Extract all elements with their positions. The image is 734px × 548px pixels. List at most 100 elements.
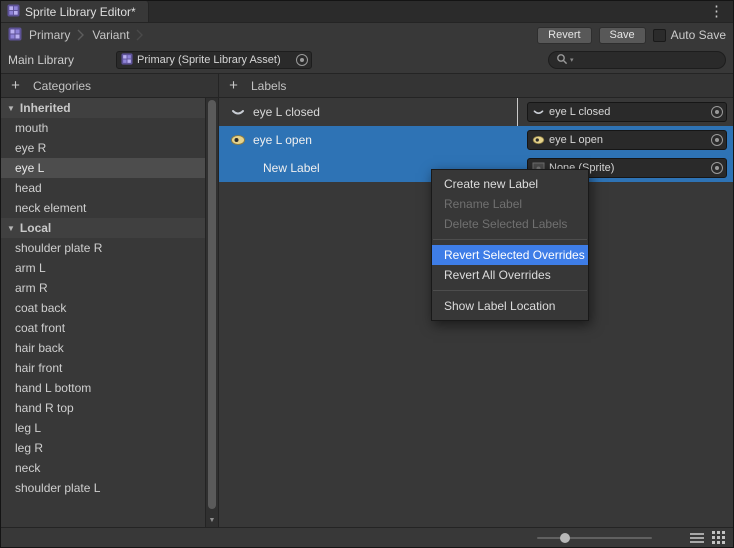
category-item-label: shoulder plate R: [15, 241, 102, 255]
categories-scrollbar[interactable]: ▼: [205, 98, 218, 527]
category-item-hand-r-top[interactable]: hand R top: [1, 398, 205, 418]
auto-save-checkbox[interactable]: [653, 29, 666, 42]
menu-item-show-label-location[interactable]: Show Label Location: [432, 296, 588, 316]
category-group-inherited[interactable]: ▼ Inherited: [1, 98, 205, 118]
sprite-object-field-eye-l-closed[interactable]: eye L closed: [527, 102, 727, 122]
menu-item-create-new-label[interactable]: Create new Label: [432, 174, 588, 194]
sprite-library-icon: [8, 27, 22, 44]
sprite-library-window-icon: [7, 4, 20, 20]
categories-header: + Categories: [1, 74, 218, 98]
menu-separator: [433, 239, 587, 240]
category-item-shoulder-plate-l[interactable]: shoulder plate L: [1, 478, 205, 498]
slider-track[interactable]: [537, 537, 652, 539]
object-picker-icon[interactable]: [711, 106, 723, 118]
category-item-mouth[interactable]: mouth: [1, 118, 205, 138]
labels-header: + Labels: [219, 74, 733, 98]
eye-closed-sprite-icon: [229, 105, 247, 119]
category-group-label: Inherited: [20, 101, 71, 115]
menu-item-revert-all-overrides[interactable]: Revert All Overrides: [432, 265, 588, 285]
add-category-button[interactable]: +: [9, 78, 22, 93]
label-row-eye-l-open[interactable]: eye L open eye L open: [219, 126, 733, 154]
main-library-object-field[interactable]: Primary (Sprite Library Asset): [116, 51, 312, 69]
context-menu: Create new Label Rename Label Delete Sel…: [431, 169, 589, 321]
auto-save-label: Auto Save: [671, 28, 726, 42]
object-picker-icon[interactable]: [296, 54, 308, 66]
category-item-shoulder-plate-r[interactable]: shoulder plate R: [1, 238, 205, 258]
category-item-leg-l[interactable]: leg L: [1, 418, 205, 438]
sprite-object-field-eye-l-open[interactable]: eye L open: [527, 130, 727, 150]
labels-title: Labels: [251, 79, 286, 93]
category-item-neck-element[interactable]: neck element: [1, 198, 205, 218]
save-button[interactable]: Save: [599, 27, 646, 44]
search-dropdown-caret-icon[interactable]: ▾: [570, 56, 574, 64]
eye-open-sprite-icon: [229, 133, 247, 147]
menu-item-delete-selected-labels: Delete Selected Labels: [432, 214, 588, 234]
main-library-row: Main Library Primary (Sprite Library Ass…: [1, 47, 733, 73]
category-item-label: head: [15, 181, 42, 195]
search-field[interactable]: ▾: [548, 51, 726, 69]
category-item-label: leg L: [15, 421, 41, 435]
category-item-hand-l-bottom[interactable]: hand L bottom: [1, 378, 205, 398]
category-item-label: arm R: [15, 281, 48, 295]
scrollbar-down-arrow-icon[interactable]: ▼: [206, 517, 218, 524]
scrollbar-thumb[interactable]: [208, 100, 216, 509]
breadcrumb-primary[interactable]: Primary: [29, 28, 70, 42]
tab-bar: Sprite Library Editor* ⋮: [1, 1, 733, 23]
category-item-hair-front[interactable]: hair front: [1, 358, 205, 378]
menu-item-revert-selected-overrides[interactable]: Revert Selected Overrides: [432, 245, 588, 265]
category-item-label: shoulder plate L: [15, 481, 100, 495]
category-item-arm-r[interactable]: arm R: [1, 278, 205, 298]
bottom-bar: [1, 527, 733, 547]
grid-view-icon[interactable]: [712, 531, 725, 544]
sprite-field-value: eye L closed: [549, 106, 707, 118]
label-row-eye-l-closed[interactable]: eye L closed eye L closed: [219, 98, 733, 126]
category-item-coat-front[interactable]: coat front: [1, 318, 205, 338]
category-item-leg-r[interactable]: leg R: [1, 438, 205, 458]
list-view-icon[interactable]: [690, 532, 704, 544]
main-library-field-value: Primary (Sprite Library Asset): [137, 54, 292, 66]
object-picker-icon[interactable]: [711, 162, 723, 174]
tab-title: Sprite Library Editor*: [25, 5, 136, 19]
thumbnail-size-slider[interactable]: [537, 532, 652, 544]
category-item-label: leg R: [15, 441, 43, 455]
category-item-label: hand R top: [15, 401, 74, 415]
category-item-hair-back[interactable]: hair back: [1, 338, 205, 358]
main-library-label: Main Library: [8, 53, 108, 67]
chevron-right-icon: [77, 28, 85, 42]
slider-knob[interactable]: [560, 533, 570, 543]
categories-panel: + Categories ▼ Inherited mouth eye R eye…: [1, 74, 219, 527]
label-name: eye L closed: [253, 105, 511, 119]
category-item-label: arm L: [15, 261, 46, 275]
category-item-neck[interactable]: neck: [1, 458, 205, 478]
foldout-arrow-icon[interactable]: ▼: [7, 104, 15, 113]
category-group-label: Local: [20, 221, 51, 235]
categories-list: ▼ Inherited mouth eye R eye L head neck …: [1, 98, 218, 527]
category-item-head[interactable]: head: [1, 178, 205, 198]
object-picker-icon[interactable]: [711, 134, 723, 146]
category-item-eye-l[interactable]: eye L: [1, 158, 205, 178]
category-item-eye-r[interactable]: eye R: [1, 138, 205, 158]
column-divider[interactable]: [517, 98, 518, 126]
search-icon: [556, 53, 568, 68]
categories-title: Categories: [33, 79, 91, 93]
breadcrumb-variant[interactable]: Variant: [92, 28, 129, 42]
sprite-library-editor-window: Sprite Library Editor* ⋮ Primary Variant…: [0, 0, 734, 548]
category-group-local[interactable]: ▼ Local: [1, 218, 205, 238]
revert-button[interactable]: Revert: [537, 27, 591, 44]
category-item-label: hand L bottom: [15, 381, 91, 395]
kebab-menu-icon[interactable]: ⋮: [700, 4, 733, 19]
category-item-label: neck element: [15, 201, 86, 215]
tab-sprite-library-editor[interactable]: Sprite Library Editor*: [1, 1, 149, 22]
menu-item-rename-label: Rename Label: [432, 194, 588, 214]
label-name: eye L open: [253, 133, 521, 147]
category-item-label: hair back: [15, 341, 64, 355]
category-item-arm-l[interactable]: arm L: [1, 258, 205, 278]
category-item-label: neck: [15, 461, 40, 475]
sprite-field-value: eye L open: [549, 134, 707, 146]
breadcrumb-toolbar: Primary Variant Revert Save Auto Save: [1, 23, 733, 47]
foldout-arrow-icon[interactable]: ▼: [7, 224, 15, 233]
menu-separator: [433, 290, 587, 291]
category-item-coat-back[interactable]: coat back: [1, 298, 205, 318]
category-item-label: mouth: [15, 121, 48, 135]
add-label-button[interactable]: +: [227, 78, 240, 93]
